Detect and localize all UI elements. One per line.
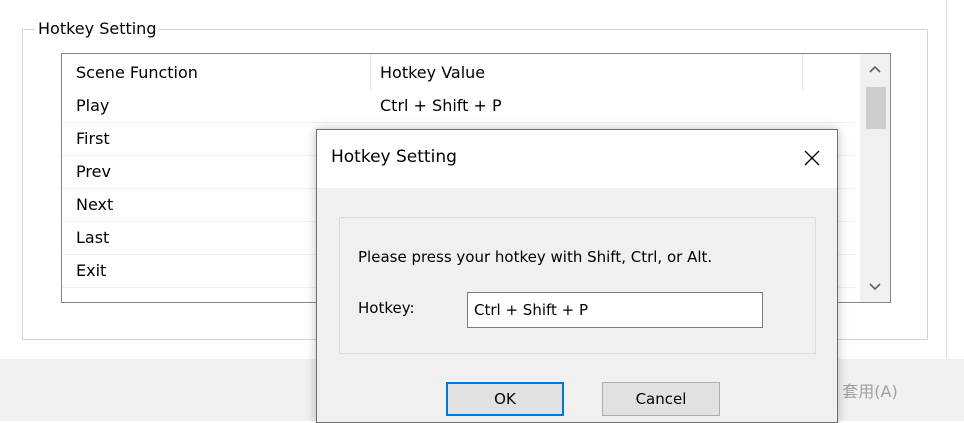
instruction-text: Please press your hotkey with Shift, Ctr…	[358, 248, 713, 266]
close-icon	[804, 150, 820, 166]
header-hotkey-value[interactable]: Hotkey Value	[380, 63, 485, 82]
close-button[interactable]	[793, 140, 831, 176]
scroll-up-button[interactable]	[860, 54, 890, 84]
column-separator[interactable]	[370, 54, 371, 90]
row-function: First	[76, 129, 110, 148]
row-function: Last	[76, 228, 110, 247]
chevron-down-icon	[869, 283, 881, 291]
scroll-down-button[interactable]	[860, 272, 890, 302]
dialog-titlebar[interactable]: Hotkey Setting	[317, 130, 837, 188]
ok-button[interactable]: OK	[446, 382, 564, 416]
chevron-up-icon	[869, 65, 881, 73]
cancel-button[interactable]: Cancel	[602, 382, 720, 416]
scroll-thumb[interactable]	[866, 87, 886, 129]
column-separator[interactable]	[802, 54, 803, 90]
panel-border	[946, 0, 947, 359]
vertical-scrollbar[interactable]	[860, 54, 890, 302]
hotkey-dialog: Hotkey Setting Please press your hotkey …	[316, 129, 838, 423]
row-function: Play	[76, 96, 110, 115]
dialog-title: Hotkey Setting	[331, 147, 457, 167]
dialog-groupbox: Please press your hotkey with Shift, Ctr…	[339, 217, 816, 354]
row-value: Ctrl + Shift + P	[380, 96, 502, 115]
groupbox-title: Hotkey Setting	[35, 17, 160, 41]
row-function: Next	[76, 195, 114, 214]
hotkey-label: Hotkey:	[358, 299, 415, 317]
row-function: Exit	[76, 261, 107, 280]
row-function: Prev	[76, 162, 111, 181]
hotkey-input[interactable]	[467, 292, 763, 328]
header-scene-function[interactable]: Scene Function	[76, 63, 198, 82]
table-row[interactable]: Play Ctrl + Shift + P	[62, 90, 856, 123]
list-header: Scene Function Hotkey Value	[62, 54, 890, 90]
apply-button[interactable]: 套用(A)	[825, 373, 915, 407]
